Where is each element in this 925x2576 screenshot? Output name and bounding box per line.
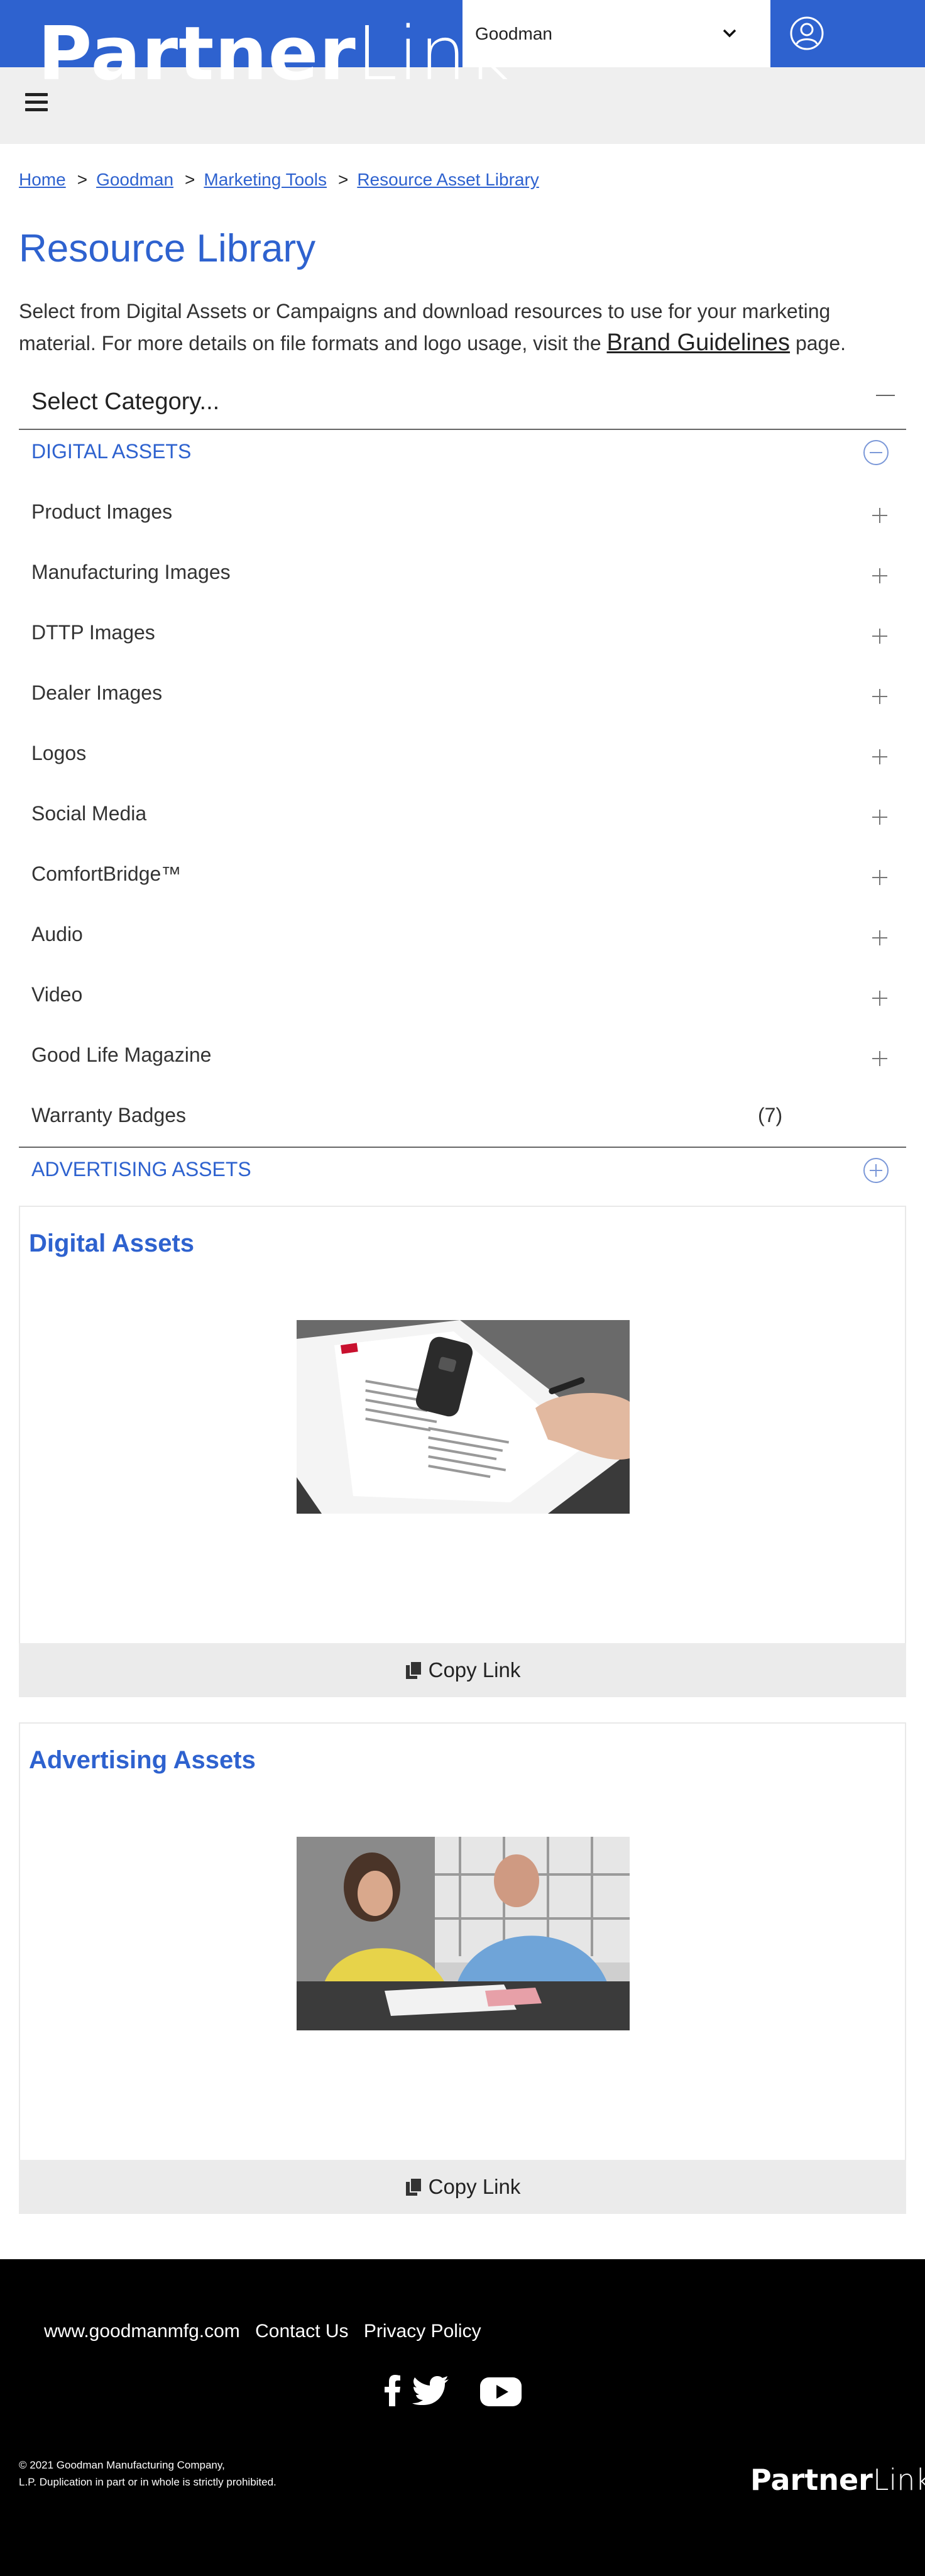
footer-link-website[interactable]: www.goodmanmfg.com [44, 2321, 240, 2342]
expand-plus-icon [872, 568, 887, 583]
category-item-comfortbridge[interactable]: ComfortBridge™ [19, 845, 906, 905]
collapse-circle-icon [863, 440, 889, 465]
footer: www.goodmanmfg.com Contact Us Privacy Po… [0, 2259, 925, 2576]
page-title: Resource Library [19, 227, 316, 270]
youtube-icon[interactable] [480, 2377, 522, 2406]
select-category-label: Select Category... [31, 388, 220, 415]
breadcrumb-goodman[interactable]: Goodman [96, 170, 173, 189]
intro-text: Select from Digital Assets or Campaigns … [19, 300, 846, 356]
category-item-video[interactable]: Video [19, 966, 906, 1026]
twitter-icon[interactable] [412, 2376, 449, 2405]
clipboard-spec-sheet-image [297, 1320, 630, 1514]
brand-select-value: Goodman [475, 23, 552, 43]
category-list: Product Images Manufacturing Images DTTP… [19, 483, 906, 1147]
copyright-text: © 2021 Goodman Manufacturing Company, L.… [19, 2459, 276, 2488]
expand-plus-icon [872, 508, 887, 523]
copy-icon [405, 1661, 422, 1679]
chevron-down-icon [723, 29, 736, 38]
breadcrumb: Home > Goodman > Marketing Tools > Resource As… [19, 170, 539, 189]
warranty-badges-count: (7) [758, 1104, 783, 1126]
facebook-icon[interactable] [385, 2375, 401, 2406]
user-account-button[interactable] [770, 0, 925, 67]
category-item-dealer-images[interactable]: Dealer Images [19, 664, 906, 724]
breadcrumb-home[interactable]: Home [19, 170, 66, 189]
digital-assets-section-toggle[interactable]: DIGITAL ASSETS [19, 430, 906, 474]
expand-plus-icon [872, 870, 887, 885]
expand-circle-icon [863, 1158, 889, 1183]
digital-assets-thumbnail[interactable] [297, 1320, 630, 1514]
footer-link-contact[interactable]: Contact Us [255, 2321, 348, 2342]
advertising-assets-thumbnail[interactable] [297, 1837, 630, 2030]
expand-plus-icon [872, 1051, 887, 1066]
category-item-manufacturing-images[interactable]: Manufacturing Images [19, 543, 906, 603]
expand-plus-icon [872, 930, 887, 945]
footer-partnerlink-logo[interactable]: PartnerLink [750, 2463, 925, 2497]
user-icon [790, 16, 824, 50]
footer-links: www.goodmanmfg.com Contact Us Privacy Po… [44, 2321, 491, 2342]
brand-guidelines-link[interactable]: Brand Guidelines [607, 329, 791, 356]
category-item-product-images[interactable]: Product Images [19, 483, 906, 543]
copy-link-button[interactable]: Copy Link [19, 1643, 906, 1697]
category-item-good-life-magazine[interactable]: Good Life Magazine [19, 1026, 906, 1086]
category-item-dttp-images[interactable]: DTTP Images [19, 603, 906, 664]
category-item-social-media[interactable]: Social Media [19, 784, 906, 845]
expand-plus-icon [872, 749, 887, 764]
partnerlink-logo[interactable]: PartnerLink [38, 16, 510, 91]
card-title: Digital Assets [29, 1230, 195, 1257]
expand-plus-icon [872, 629, 887, 644]
footer-link-privacy[interactable]: Privacy Policy [364, 2321, 481, 2342]
couple-at-table-image [297, 1837, 630, 2030]
digital-assets-section-label: DIGITAL ASSETS [31, 440, 192, 463]
category-item-audio[interactable]: Audio [19, 905, 906, 966]
expand-plus-icon [872, 991, 887, 1006]
category-item-logos[interactable]: Logos [19, 724, 906, 784]
brand-select[interactable]: Goodman [462, 0, 770, 67]
minus-icon [876, 395, 895, 396]
select-category-toggle[interactable]: Select Category... [19, 376, 906, 430]
advertising-assets-card[interactable]: Advertising Assets Copy Link [19, 1722, 906, 2214]
expand-plus-icon [872, 689, 887, 704]
social-links [385, 2372, 523, 2410]
menu-icon[interactable] [25, 93, 48, 113]
advertising-assets-section-toggle[interactable]: ADVERTISING ASSETS [19, 1148, 906, 1192]
card-title: Advertising Assets [29, 1746, 256, 1774]
expand-plus-icon [872, 810, 887, 825]
advertising-assets-section-label: ADVERTISING ASSETS [31, 1158, 251, 1181]
breadcrumb-resource-asset-library[interactable]: Resource Asset Library [357, 170, 539, 189]
category-item-warranty-badges[interactable]: Warranty Badges (7) [19, 1086, 906, 1147]
digital-assets-card[interactable]: Digital Assets Copy Link [19, 1206, 906, 1697]
breadcrumb-marketing-tools[interactable]: Marketing Tools [204, 170, 327, 189]
copy-icon [405, 2177, 422, 2196]
copy-link-button[interactable]: Copy Link [19, 2160, 906, 2214]
